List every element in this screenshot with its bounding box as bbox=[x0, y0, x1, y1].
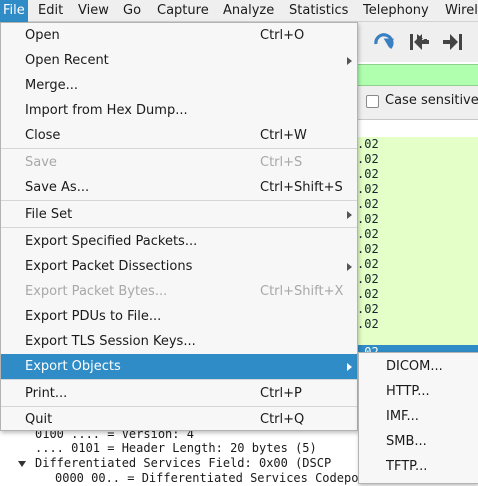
menu-item-save[interactable]: Save Ctrl+S bbox=[1, 150, 357, 175]
menu-item-label: Export Packet Bytes... bbox=[25, 284, 168, 299]
menubar: File Edit View Go Capture Analyze Statis… bbox=[0, 0, 478, 22]
menu-item-shortcut: Ctrl+Shift+S bbox=[260, 180, 343, 195]
menu-separator bbox=[1, 200, 357, 201]
packet-row[interactable]: .02 bbox=[357, 242, 379, 257]
menu-item-label: Export TLS Session Keys... bbox=[25, 334, 196, 349]
submenu-arrow-icon bbox=[347, 363, 352, 371]
packet-row[interactable]: .02 bbox=[357, 167, 379, 182]
menu-item-open-recent[interactable]: Open Recent bbox=[1, 48, 357, 73]
case-sensitive-checkbox[interactable] bbox=[366, 95, 379, 108]
case-sensitive-label: Case sensitive bbox=[385, 93, 478, 108]
menu-item-label: Close bbox=[25, 128, 61, 143]
menu-item-print[interactable]: Print... Ctrl+P bbox=[1, 381, 357, 406]
packet-row[interactable]: .02 bbox=[357, 317, 379, 332]
submenu-arrow-icon bbox=[347, 263, 352, 271]
main-toolbar bbox=[355, 22, 478, 62]
menu-view[interactable]: View bbox=[75, 0, 112, 22]
submenu-item-smb[interactable]: SMB... bbox=[359, 429, 478, 454]
menu-item-shortcut: Ctrl+Shift+X bbox=[260, 284, 344, 299]
display-filter-bar[interactable] bbox=[355, 64, 478, 86]
file-menu: Open Ctrl+O Open Recent Merge... Import … bbox=[0, 22, 358, 431]
reload-icon[interactable] bbox=[370, 28, 398, 56]
packet-row[interactable]: .02 bbox=[357, 287, 379, 302]
submenu-arrow-icon bbox=[347, 211, 352, 219]
menu-item-label: Open bbox=[25, 28, 60, 43]
menu-item-shortcut: Ctrl+Q bbox=[260, 412, 305, 427]
packet-row[interactable]: .02 bbox=[357, 152, 379, 167]
menu-item-label: TFTP... bbox=[386, 459, 428, 474]
menu-item-shortcut: Ctrl+S bbox=[260, 155, 303, 170]
packet-row[interactable]: .02 bbox=[357, 302, 379, 317]
go-first-packet-icon[interactable] bbox=[405, 28, 433, 56]
menu-item-quit[interactable]: Quit Ctrl+Q bbox=[1, 407, 357, 432]
menu-item-label: Export PDUs to File... bbox=[25, 309, 162, 324]
menu-item-import-hex-dump[interactable]: Import from Hex Dump... bbox=[1, 98, 357, 123]
packet-list: .02 .02 .02 .02 .02 .02 .02 .02 .02 .02 … bbox=[353, 137, 478, 360]
detail-line[interactable]: .... 0101 = Header Length: 20 bytes (5) bbox=[35, 441, 317, 456]
expand-arrow-icon[interactable] bbox=[17, 460, 27, 468]
menu-item-label: Print... bbox=[25, 386, 68, 401]
menu-separator bbox=[1, 379, 357, 380]
menu-item-label: Open Recent bbox=[25, 53, 109, 68]
packet-row[interactable]: .02 bbox=[357, 212, 379, 227]
menu-statistics[interactable]: Statistics bbox=[286, 0, 351, 22]
menu-item-close[interactable]: Close Ctrl+W bbox=[1, 123, 357, 148]
menu-item-label: Save As... bbox=[25, 180, 90, 195]
menu-go[interactable]: Go bbox=[120, 0, 144, 22]
menu-edit[interactable]: Edit bbox=[35, 0, 66, 22]
menu-item-export-packet-dissections[interactable]: Export Packet Dissections bbox=[1, 254, 357, 279]
menu-analyze[interactable]: Analyze bbox=[220, 0, 277, 22]
packet-row[interactable]: .02 bbox=[357, 137, 379, 152]
submenu-item-tftp[interactable]: TFTP... bbox=[359, 454, 478, 479]
menu-item-shortcut: Ctrl+P bbox=[260, 386, 302, 401]
submenu-item-http[interactable]: HTTP... bbox=[359, 379, 478, 404]
menu-item-export-pdus[interactable]: Export PDUs to File... bbox=[1, 304, 357, 329]
menu-item-label: DICOM... bbox=[386, 359, 443, 374]
menu-item-label: Save bbox=[25, 155, 57, 170]
menu-item-label: Merge... bbox=[25, 78, 78, 93]
menu-wireless[interactable]: Wirel bbox=[442, 0, 478, 22]
menu-item-export-tls-keys[interactable]: Export TLS Session Keys... bbox=[1, 329, 357, 354]
export-objects-submenu: DICOM... HTTP... IMF... SMB... TFTP... bbox=[358, 352, 478, 484]
menu-separator bbox=[1, 148, 357, 149]
menu-item-export-specified-packets[interactable]: Export Specified Packets... bbox=[1, 229, 357, 254]
menu-item-save-as[interactable]: Save As... Ctrl+Shift+S bbox=[1, 175, 357, 200]
packet-row[interactable]: .02 bbox=[357, 227, 379, 242]
menu-item-export-packet-bytes[interactable]: Export Packet Bytes... Ctrl+Shift+X bbox=[1, 279, 357, 304]
go-last-packet-icon[interactable] bbox=[439, 28, 467, 56]
menu-item-merge[interactable]: Merge... bbox=[1, 73, 357, 98]
detail-line[interactable]: Differentiated Services Field: 0x00 (DSC… bbox=[35, 456, 331, 471]
menu-item-label: Export Packet Dissections bbox=[25, 259, 193, 274]
menu-item-label: SMB... bbox=[386, 434, 427, 449]
menu-item-label: Export Objects bbox=[25, 359, 121, 374]
packet-row[interactable]: .02 bbox=[357, 257, 379, 272]
menu-separator bbox=[1, 227, 357, 228]
menu-item-label: Import from Hex Dump... bbox=[25, 103, 188, 118]
menu-capture[interactable]: Capture bbox=[154, 0, 212, 22]
menu-item-label: File Set bbox=[25, 207, 73, 222]
submenu-item-imf[interactable]: IMF... bbox=[359, 404, 478, 429]
menu-telephony[interactable]: Telephony bbox=[360, 0, 432, 22]
menu-item-label: Export Specified Packets... bbox=[25, 234, 198, 249]
menu-file[interactable]: File bbox=[0, 0, 28, 22]
packet-row[interactable]: .02 bbox=[357, 182, 379, 197]
menu-item-shortcut: Ctrl+W bbox=[260, 128, 307, 143]
menu-item-file-set[interactable]: File Set bbox=[1, 202, 357, 227]
menu-item-label: Quit bbox=[25, 412, 53, 427]
packet-row[interactable]: .02 bbox=[357, 197, 379, 212]
menu-item-export-objects[interactable]: Export Objects bbox=[1, 354, 357, 379]
menu-item-label: IMF... bbox=[386, 409, 419, 424]
menu-item-label: HTTP... bbox=[386, 384, 430, 399]
submenu-arrow-icon bbox=[347, 57, 352, 65]
menu-item-open[interactable]: Open Ctrl+O bbox=[1, 23, 357, 48]
menu-item-shortcut: Ctrl+O bbox=[260, 28, 305, 43]
submenu-item-dicom[interactable]: DICOM... bbox=[359, 354, 478, 379]
packet-row[interactable]: .02 bbox=[357, 272, 379, 287]
